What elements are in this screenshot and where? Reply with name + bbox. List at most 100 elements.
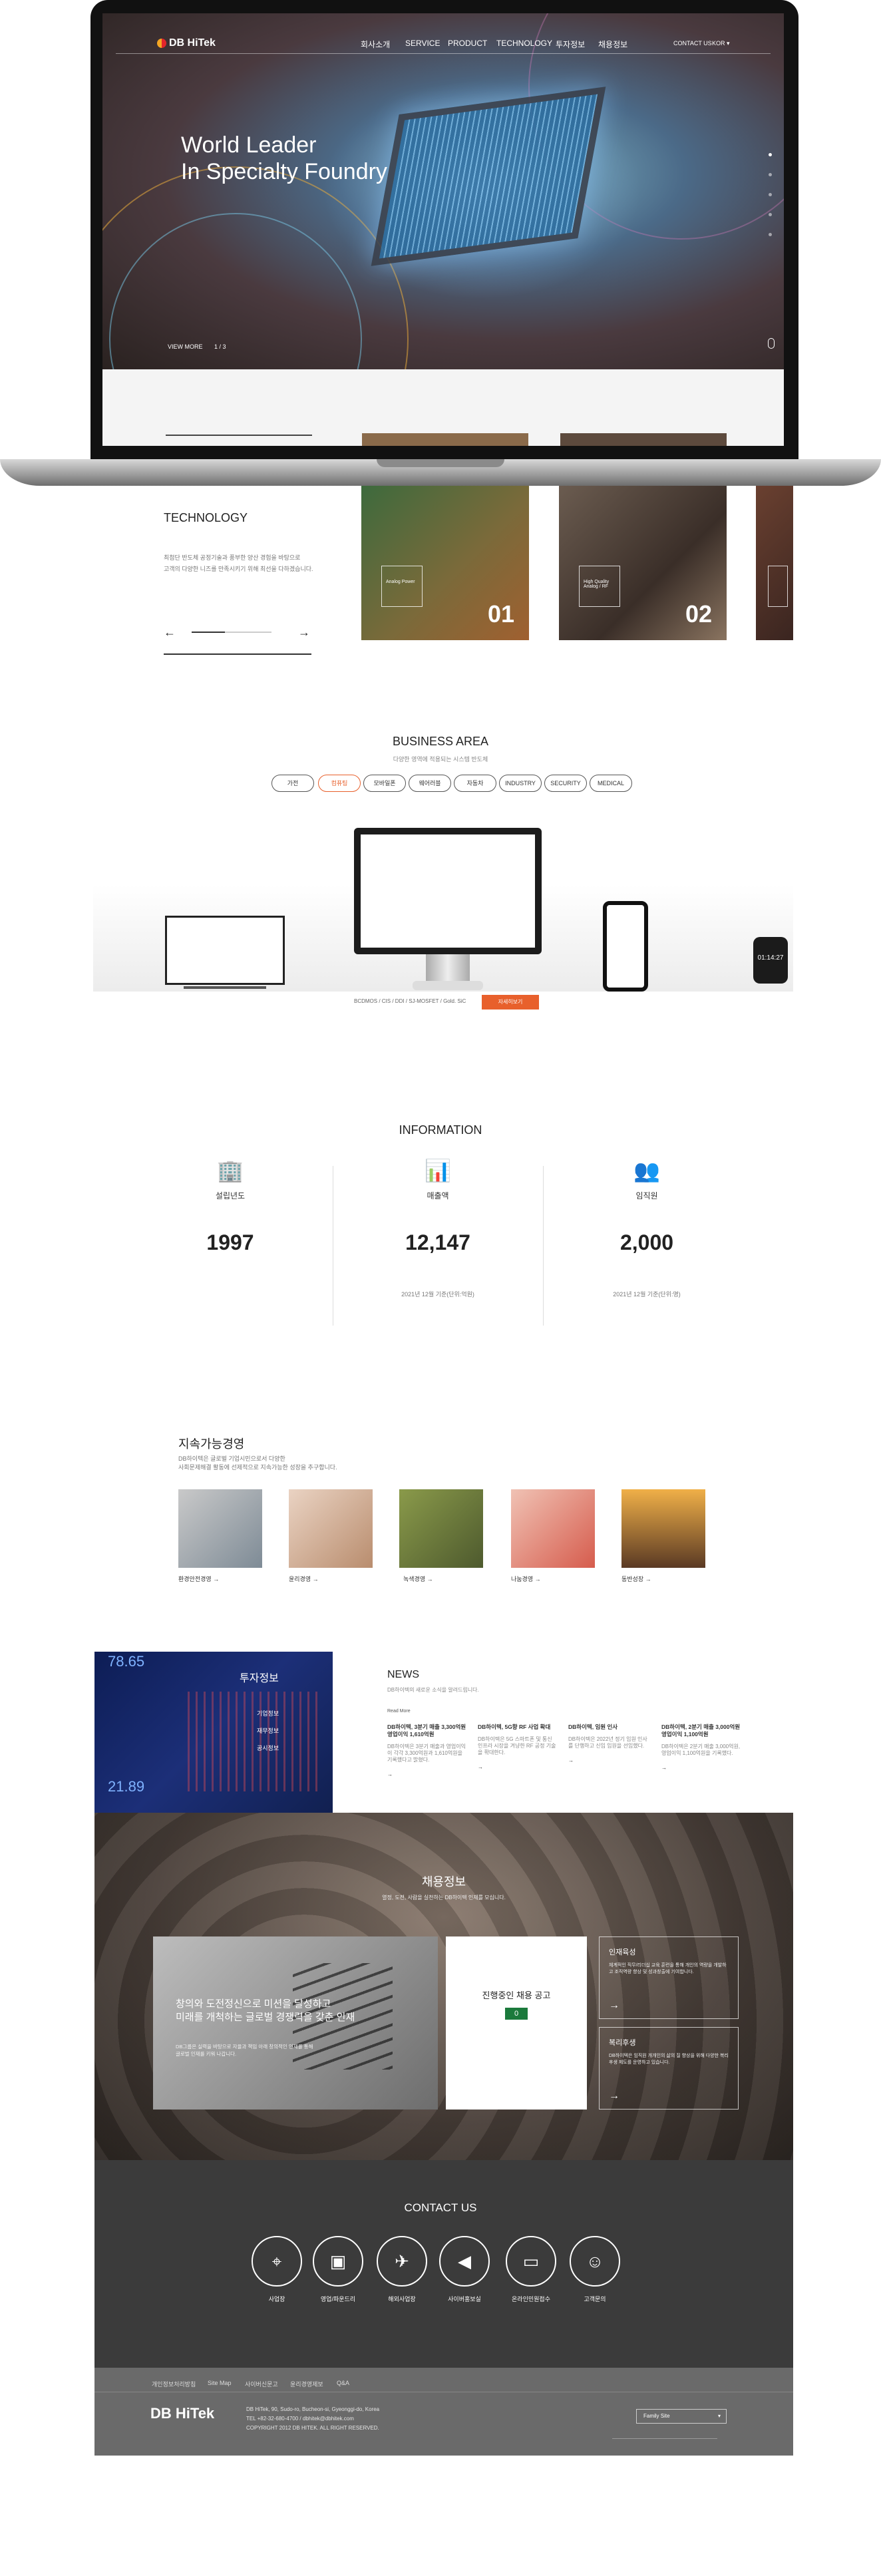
recruit-card-training[interactable]: 인재육성 체계적인 직무/리더십 교육 훈련을 통해 개인의 역량을 개발하고 … <box>599 1936 739 2019</box>
nav-item-invest[interactable]: 투자정보 <box>556 39 585 50</box>
tab-industry[interactable]: INDUSTRY <box>499 775 542 792</box>
news-item[interactable]: DB하이텍, 임원 인사 DB하이텍은 2022년 정기 임원 인사를 단행하고… <box>568 1724 648 1763</box>
ticker-value: 21.89 <box>108 1778 145 1795</box>
arrow-right-icon: → <box>213 1576 220 1582</box>
news-item[interactable]: DB하이텍, 3분기 매출 3,300억원 영업이익 1,610억원 DB하이텍… <box>387 1724 467 1777</box>
invest-link-company[interactable]: 기업정보 <box>257 1709 279 1718</box>
chevron-down-icon: ▾ <box>727 40 730 47</box>
location-pin-icon[interactable]: ⌖ <box>252 2236 302 2287</box>
view-more-button[interactable]: VIEW MORE <box>168 343 203 350</box>
tech-card-number: 01 <box>487 600 514 628</box>
tech-card-box: High Quality Analog / RF <box>579 566 620 607</box>
contact-us-link[interactable]: CONTACT US <box>673 40 712 47</box>
invest-link-finance[interactable]: 재무정보 <box>257 1726 279 1735</box>
tab-medical[interactable]: MEDICAL <box>590 775 632 792</box>
news-item[interactable]: DB하이텍, 5G향 RF 사업 확대 DB하이텍은 5G 스마트폰 및 통신 … <box>478 1724 558 1770</box>
sustainability-desc: DB하이텍은 글로벌 기업시민으로서 다양한 사회문제해결 활동에 선제적으로 … <box>178 1455 337 1471</box>
tab-security[interactable]: SECURITY <box>544 775 587 792</box>
next-arrow-icon[interactable]: → <box>298 626 310 640</box>
sustainability-image-sharing[interactable] <box>511 1489 595 1568</box>
news-item[interactable]: DB하이텍, 2분기 매출 3,000억원 영업이익 1,100억원 DB하이텍… <box>661 1724 741 1771</box>
tab-mobile[interactable]: 모바일폰 <box>363 775 406 792</box>
slider-thumb[interactable] <box>192 632 225 633</box>
footer-link-cyber[interactable]: 사이버신문고 <box>245 2380 278 2388</box>
sustainability-image-green[interactable] <box>399 1489 483 1568</box>
arrow-right-icon: → <box>609 2000 619 2011</box>
slide-dot[interactable] <box>769 233 772 236</box>
recruit-main-card[interactable]: 창의와 도전정신으로 미션을 달성하고 미래를 개척하는 글로벌 경쟁력을 갖춘… <box>153 1936 438 2110</box>
sustainability-image-partnership[interactable] <box>621 1489 705 1568</box>
info-founded: 🏢 설립년도 1997 <box>124 1158 337 1255</box>
footer-link-ethics[interactable]: 윤리경영제보 <box>290 2380 323 2388</box>
nav-item-company[interactable]: 회사소개 <box>361 39 390 50</box>
footer-link-privacy[interactable]: 개인정보처리방침 <box>152 2380 196 2388</box>
airplane-icon[interactable]: ✈ <box>377 2236 427 2287</box>
monitor-device <box>354 828 542 954</box>
computer-icon[interactable]: ▭ <box>506 2236 556 2287</box>
slide-dot[interactable] <box>769 193 772 196</box>
arrow-right-icon: → <box>645 1576 651 1582</box>
megaphone-icon[interactable]: ◀ <box>439 2236 490 2287</box>
language-select[interactable]: KOR ▾ <box>712 40 730 47</box>
slide-dot[interactable] <box>769 153 772 156</box>
nav-item-service[interactable]: SERVICE <box>405 39 440 48</box>
slide-dot[interactable] <box>769 173 772 176</box>
tech-card-2[interactable]: High Quality Analog / RF 02 <box>559 486 727 640</box>
tab-appliance[interactable]: 가전 <box>271 775 314 792</box>
nav-item-technology[interactable]: TECHNOLOGY <box>496 39 552 48</box>
sustainability-link[interactable]: 동반성장 → <box>621 1574 651 1583</box>
people-icon: 👥 <box>633 1159 660 1183</box>
hero-title: World Leader In Specialty Foundry <box>181 132 387 184</box>
tech-card-3[interactable] <box>756 486 793 640</box>
arrow-right-icon: → <box>534 1576 541 1582</box>
laptop-screen: DB HiTek 회사소개 SERVICE PRODUCT TECHNOLOGY… <box>102 13 784 446</box>
nav-item-recruit[interactable]: 채용정보 <box>598 39 627 50</box>
footer-link-sitemap[interactable]: Site Map <box>208 2380 232 2386</box>
invest-panel: 78.65 21.89 투자정보 기업정보 재무정보 공시정보 <box>94 1652 333 1813</box>
phone-device <box>603 901 648 992</box>
tech-underline <box>164 653 311 655</box>
revenue-chart-icon: 📊 <box>425 1159 451 1183</box>
briefcase-icon[interactable]: ▣ <box>313 2236 363 2287</box>
footer-link-qa[interactable]: Q&A <box>337 2380 349 2386</box>
monitor-base <box>413 981 483 990</box>
nav-item-product[interactable]: PRODUCT <box>448 39 487 48</box>
tab-computing[interactable]: 컴퓨팅 <box>318 775 361 792</box>
jobs-title: 진행중인 채용 공고 <box>482 1990 551 2000</box>
tech-card-box <box>768 566 788 607</box>
prev-arrow-icon[interactable]: ← <box>164 626 176 640</box>
sustainability-link[interactable]: 환경안전경영 → <box>178 1574 219 1583</box>
customer-icon[interactable]: ☺ <box>570 2236 620 2287</box>
news-title: NEWS <box>387 1669 419 1680</box>
arrow-right-icon: → <box>609 2090 619 2102</box>
slide-dot[interactable] <box>769 213 772 216</box>
sustainability-image-ethics[interactable] <box>289 1489 373 1568</box>
family-site-select[interactable]: Family Site ▾ <box>636 2409 727 2424</box>
scroll-down-icon[interactable] <box>768 338 775 349</box>
tab-automotive[interactable]: 자동차 <box>454 775 496 792</box>
tab-wearable[interactable]: 웨어러블 <box>409 775 451 792</box>
recruit-jobs-card[interactable]: 진행중인 채용 공고 0 <box>446 1936 587 2110</box>
sustainability-link[interactable]: 나눔경영 → <box>511 1574 541 1583</box>
footer-logo[interactable]: DB HiTek <box>150 2405 214 2422</box>
business-title: BUSINESS AREA <box>392 735 489 748</box>
tech-card-box: Analog Power <box>381 566 423 607</box>
ticker-value: 78.65 <box>108 1653 145 1670</box>
tech-card-number: 02 <box>685 600 712 628</box>
hero-below <box>102 369 784 446</box>
contact-label: 온라인민원접수 <box>512 2296 550 2302</box>
recruit-card-welfare[interactable]: 복리후생 DB하이텍은 임직원 개개인의 삶의 질 향상을 위해 다양한 복리후… <box>599 2027 739 2110</box>
sustainability-link[interactable]: 녹색경영 → <box>403 1574 433 1583</box>
sustainability-title: 지속가능경영 <box>178 1437 245 1451</box>
sustainability-image-safety[interactable] <box>178 1489 262 1568</box>
business-more-button[interactable]: 자세히보기 <box>482 995 539 1010</box>
tech-card-1[interactable]: Analog Power 01 <box>361 486 529 640</box>
invest-link-disclosure[interactable]: 공시정보 <box>257 1744 279 1752</box>
sustainability-link[interactable]: 윤리경영 → <box>289 1574 319 1583</box>
card-peek <box>362 433 528 446</box>
news-readmore[interactable]: Read More <box>387 1709 411 1714</box>
news-subtitle: DB하이텍의 새로운 소식을 알려드립니다. <box>387 1687 479 1693</box>
brand-logo[interactable]: DB HiTek <box>157 37 216 49</box>
info-revenue: 📊 매출액 12,147 2021년 12월 기준(단위:억원) <box>331 1158 544 1298</box>
page: DB HiTek 회사소개 SERVICE PRODUCT TECHNOLOGY… <box>0 0 881 2576</box>
